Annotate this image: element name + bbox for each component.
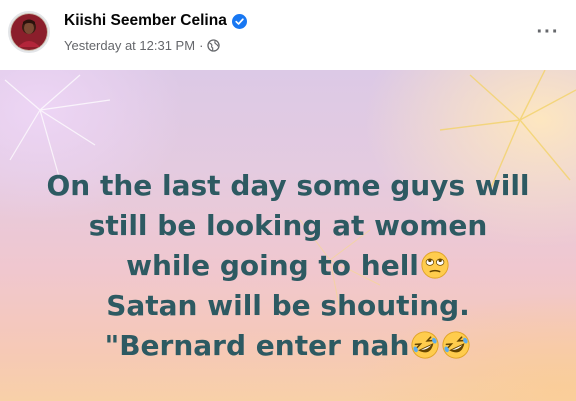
post-text-line-5-text: "Bernard enter nah — [104, 329, 410, 362]
post-text-line-4: Satan will be shouting. — [106, 289, 470, 322]
meta-separator: · — [199, 38, 204, 53]
eye-roll-emoji — [420, 250, 450, 280]
post-timestamp[interactable]: Yesterday at 12:31 PM — [64, 38, 195, 53]
author-avatar[interactable] — [8, 11, 50, 53]
more-options-icon: ··· — [536, 20, 560, 43]
post-text: On the last day some guys will still be … — [0, 166, 576, 366]
post-header: Kiishi Seember Celina Yesterday at 12:31… — [0, 0, 576, 70]
post-text-line-3: while going to hell — [0, 246, 576, 286]
globe-icon[interactable] — [207, 39, 221, 52]
rolling-laughing-emoji — [441, 330, 471, 360]
more-options-button[interactable]: ··· — [532, 18, 564, 46]
post-text-line-3-text: while going to hell — [126, 249, 419, 282]
author-name-row: Kiishi Seember Celina — [64, 12, 247, 30]
post-background: On the last day some guys will still be … — [0, 70, 576, 401]
post-meta: Yesterday at 12:31 PM · — [64, 38, 221, 53]
post-text-line-5: "Bernard enter nah — [0, 326, 576, 366]
rolling-laughing-emoji — [410, 330, 440, 360]
post-text-line-2: still be looking at women — [88, 209, 488, 242]
verified-badge-icon — [231, 13, 247, 29]
author-name[interactable]: Kiishi Seember Celina — [64, 12, 227, 30]
post-text-line-1: On the last day some guys will — [46, 169, 530, 202]
